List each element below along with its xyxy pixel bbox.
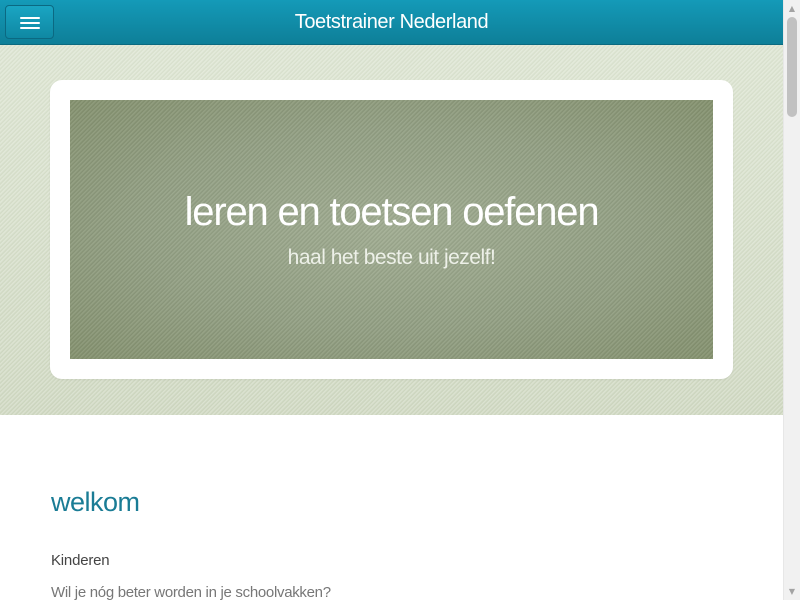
scrollbar-thumb[interactable] — [787, 17, 797, 117]
site-title: Toetstrainer Nederland — [294, 11, 489, 33]
hero-section: leren en toetsen oefenen haal het beste … — [0, 45, 783, 415]
page: Toetstrainer Nederland leren en toetsen … — [0, 0, 800, 600]
intro-question: Wil je nóg beter worden in je schoolvakk… — [51, 584, 331, 600]
welcome-heading: welkom — [51, 487, 140, 517]
children-label: Kinderen — [51, 552, 110, 569]
hero-banner: leren en toetsen oefenen haal het beste … — [70, 100, 713, 359]
vertical-scrollbar[interactable]: ▲ ▼ — [783, 0, 800, 600]
main-content: welkom Kinderen Wil je nóg beter worden … — [0, 415, 783, 600]
hero-card: leren en toetsen oefenen haal het beste … — [50, 80, 733, 379]
scroll-up-arrow-icon[interactable]: ▲ — [784, 0, 800, 17]
top-navigation-bar: Toetstrainer Nederland — [0, 0, 783, 45]
browser-viewport: Toetstrainer Nederland leren en toetsen … — [0, 0, 783, 600]
hero-title: leren en toetsen oefenen — [184, 190, 600, 234]
hero-subtitle: haal het beste uit jezelf! — [287, 246, 496, 269]
scroll-down-arrow-icon[interactable]: ▼ — [784, 583, 800, 600]
